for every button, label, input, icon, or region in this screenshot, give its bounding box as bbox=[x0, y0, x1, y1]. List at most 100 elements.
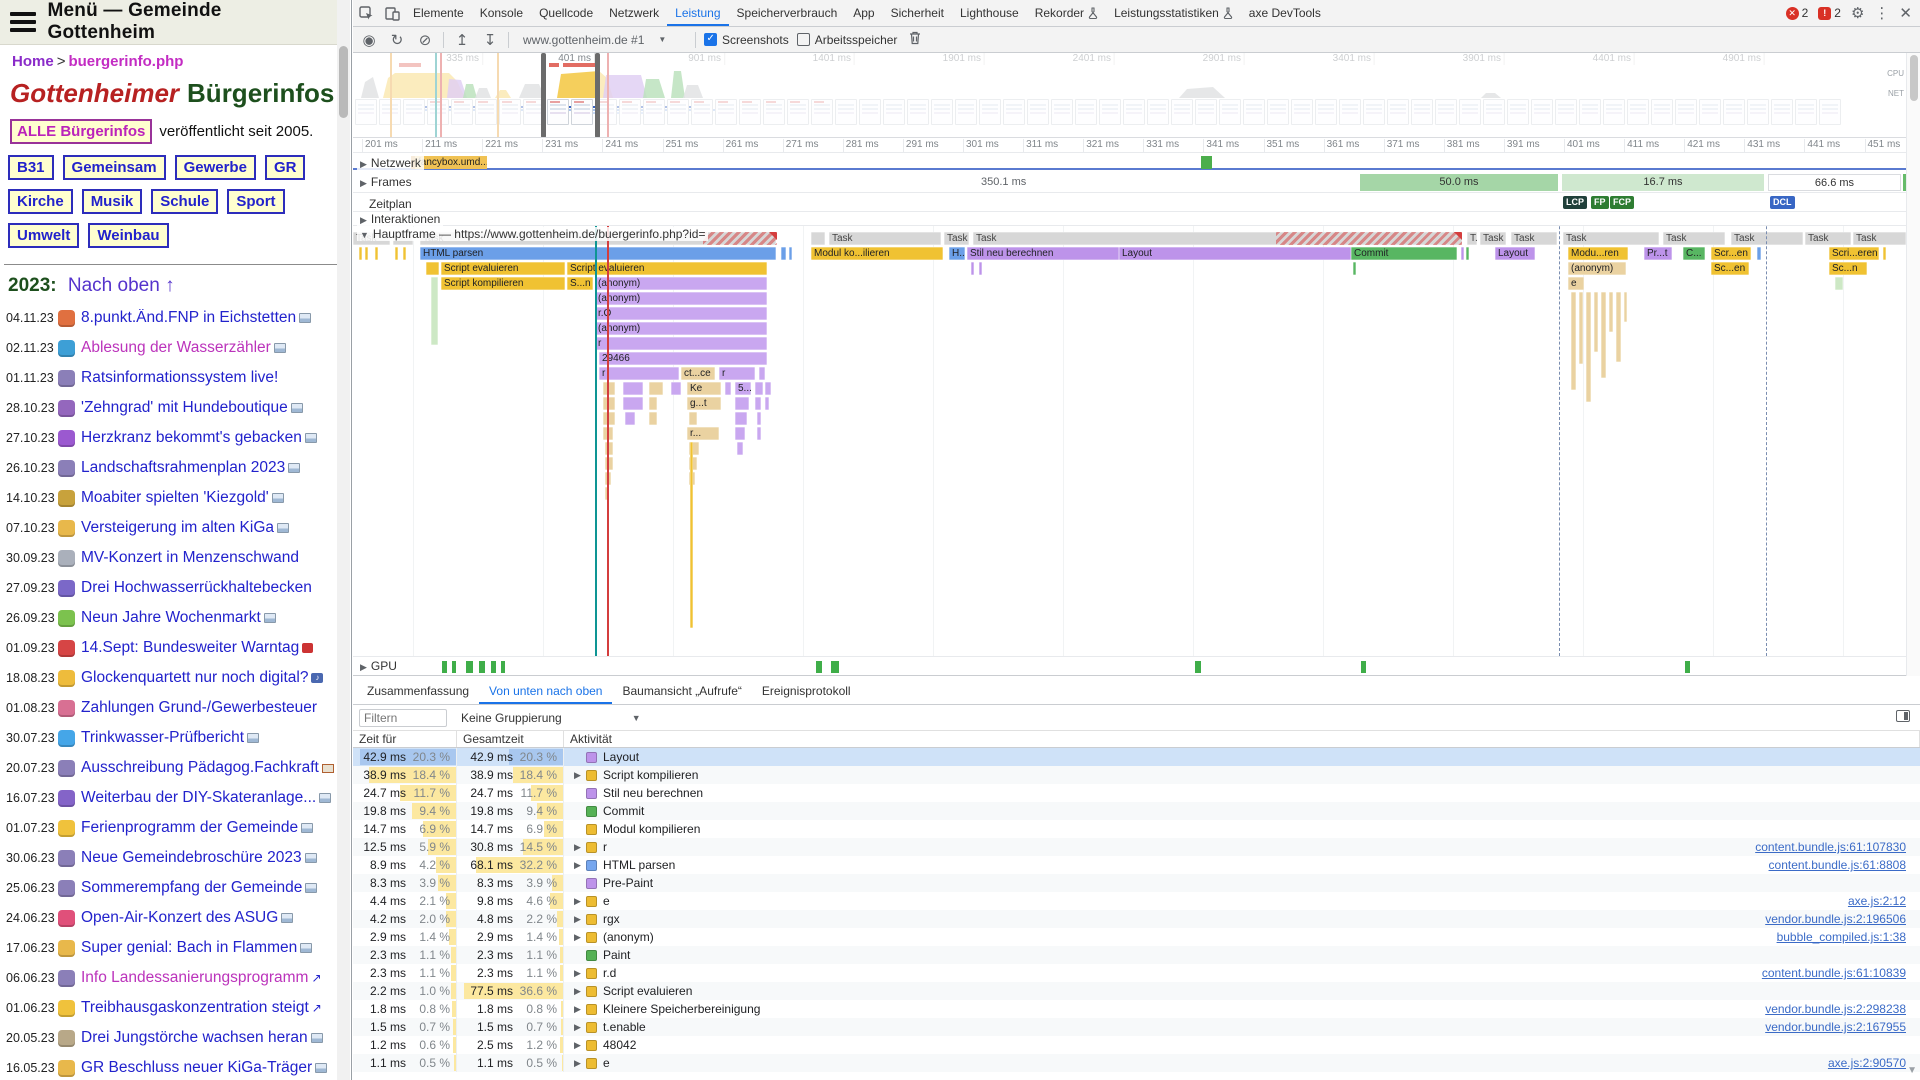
history-select[interactable]: www.gottenheim.de #1▼ bbox=[517, 31, 687, 49]
flame-bar[interactable]: Sc...n bbox=[1829, 262, 1867, 275]
news-link[interactable]: Ferienprogramm der Gemeinde bbox=[81, 819, 298, 837]
bottom-tab-zusammenfassung[interactable]: Zusammenfassung bbox=[357, 678, 479, 704]
flame-bar[interactable]: Scri...eren bbox=[1829, 247, 1879, 260]
bottom-tab-von-unten-nach-oben[interactable]: Von unten nach oben bbox=[479, 678, 612, 704]
source-link[interactable]: axe.js:2:90570 bbox=[1828, 1056, 1906, 1070]
table-row[interactable]: 12.5 ms5.9 %30.8 ms14.5 %▶rcontent.bundl… bbox=[353, 838, 1920, 856]
clear-icon[interactable]: ⊘ bbox=[415, 31, 435, 49]
news-link[interactable]: GR Beschluss neuer KiGa-Träger bbox=[81, 1059, 312, 1077]
table-row[interactable]: 2.9 ms1.4 %2.9 ms1.4 %▶(anonym)bubble_co… bbox=[353, 928, 1920, 946]
flame-bar[interactable]: r bbox=[599, 367, 679, 380]
task-bar[interactable]: Task bbox=[944, 232, 969, 245]
breadcrumb-home-link[interactable]: Home bbox=[12, 53, 54, 70]
news-link[interactable]: Ausschreibung Pädagog.Fachkraft bbox=[81, 759, 319, 777]
flame-bar[interactable]: Pr...t bbox=[1644, 247, 1672, 260]
flame-bar[interactable]: Modu...ren bbox=[1568, 247, 1628, 260]
tab-elemente[interactable]: Elemente bbox=[405, 0, 472, 26]
table-row[interactable]: 1.2 ms0.6 %2.5 ms1.2 %▶48042 bbox=[353, 1036, 1920, 1054]
news-link[interactable]: Info Landessanierungsprogramm bbox=[81, 969, 308, 987]
show-sidebar-icon[interactable] bbox=[1896, 710, 1910, 722]
devtools-scrollbar[interactable] bbox=[1906, 53, 1920, 676]
flame-bar[interactable] bbox=[1757, 247, 1761, 260]
flame-bar[interactable] bbox=[649, 412, 657, 425]
news-link[interactable]: 'Zehngrad' mit Hundeboutique bbox=[81, 399, 288, 417]
fcp-marker-badge[interactable]: FCP bbox=[1610, 196, 1634, 209]
flame-bar[interactable] bbox=[735, 412, 747, 425]
close-devtools-icon[interactable]: ✕ bbox=[1899, 4, 1912, 22]
news-link[interactable]: Drei Jungstörche wachsen heran bbox=[81, 1029, 308, 1047]
load-profile-icon[interactable]: ↥ bbox=[452, 31, 472, 49]
dcl-marker-badge[interactable]: DCL bbox=[1770, 196, 1795, 209]
news-link[interactable]: 8.punkt.Änd.FNP in Eichstetten bbox=[81, 309, 296, 327]
network-lane[interactable]: ▶Netzwerk fancybox.umd... bbox=[353, 153, 1906, 170]
screenshot-thumbnail[interactable] bbox=[571, 99, 593, 125]
flame-bar[interactable]: HTML parsen bbox=[420, 247, 776, 260]
network-request-block[interactable] bbox=[1201, 156, 1212, 169]
tab-lighthouse[interactable]: Lighthouse bbox=[952, 0, 1027, 26]
flame-bar[interactable]: g...t bbox=[687, 397, 721, 410]
page-scrollbar[interactable] bbox=[337, 0, 350, 1080]
frame-band[interactable]: 16.7 ms bbox=[1562, 174, 1764, 191]
site-menu-title[interactable]: Menü — Gemeinde Gottenheim bbox=[48, 0, 330, 44]
news-link[interactable]: Sommerempfang der Gemeinde bbox=[81, 879, 302, 897]
task-bar[interactable]: Task bbox=[1480, 232, 1506, 245]
table-row[interactable]: 2.3 ms1.1 %2.3 ms1.1 %▶r.dcontent.bundle… bbox=[353, 964, 1920, 982]
frame-band[interactable]: 50.0 ms bbox=[1360, 174, 1558, 191]
flame-bar[interactable] bbox=[765, 382, 771, 395]
task-bar[interactable]: Task bbox=[1663, 232, 1725, 245]
flame-bar[interactable] bbox=[1466, 247, 1469, 260]
flame-bar[interactable] bbox=[1276, 232, 1462, 245]
tag-button-gemeinsam[interactable]: Gemeinsam bbox=[63, 155, 166, 180]
flame-bar[interactable]: Sc...en bbox=[1711, 262, 1749, 275]
flame-bar[interactable]: r bbox=[595, 337, 767, 350]
tab-leistung[interactable]: Leistung bbox=[667, 0, 728, 26]
task-bar[interactable]: T... bbox=[1467, 232, 1477, 245]
expander-icon[interactable]: ▶ bbox=[574, 770, 586, 781]
expander-icon[interactable]: ▶ bbox=[574, 1058, 586, 1069]
column-self-time[interactable]: Zeit für Einzelakti... bbox=[353, 731, 457, 747]
memory-checkbox[interactable]: Arbeitsspeicher bbox=[797, 33, 898, 47]
flame-bar[interactable]: Modul ko...ilieren bbox=[811, 247, 943, 260]
news-link[interactable]: Treibhausgaskonzentration steigt bbox=[81, 999, 309, 1017]
tab-quellcode[interactable]: Quellcode bbox=[531, 0, 601, 26]
flame-bar[interactable] bbox=[365, 247, 368, 260]
device-toolbar-icon[interactable] bbox=[379, 0, 405, 26]
flame-bar[interactable] bbox=[755, 382, 763, 395]
flame-bar[interactable] bbox=[1461, 247, 1464, 260]
flame-bar[interactable] bbox=[737, 442, 743, 455]
selection-handle-left[interactable] bbox=[541, 53, 546, 138]
flame-bar[interactable]: (anonym) bbox=[1568, 262, 1626, 275]
flame-bar[interactable] bbox=[426, 262, 439, 275]
tab-speicherverbrauch[interactable]: Speicherverbrauch bbox=[729, 0, 846, 26]
flame-bar[interactable] bbox=[1835, 277, 1843, 290]
tab-konsole[interactable]: Konsole bbox=[472, 0, 531, 26]
news-link[interactable]: MV-Konzert in Menzenschwand bbox=[81, 549, 299, 567]
table-row[interactable]: 1.1 ms0.5 %1.1 ms0.5 %▶eaxe.js:2:90570 bbox=[353, 1054, 1920, 1072]
flame-bar[interactable] bbox=[1353, 262, 1356, 275]
flame-bar[interactable] bbox=[395, 247, 398, 260]
table-row[interactable]: 2.3 ms1.1 %2.3 ms1.1 %Paint bbox=[353, 946, 1920, 964]
flame-bar[interactable] bbox=[979, 262, 982, 275]
inspect-element-icon[interactable] bbox=[353, 0, 379, 26]
tab-netzwerk[interactable]: Netzwerk bbox=[601, 0, 667, 26]
news-link[interactable]: Neun Jahre Wochenmarkt bbox=[81, 609, 261, 627]
back-to-top-link[interactable]: Nach oben ↑ bbox=[68, 275, 175, 296]
expander-icon[interactable]: ▶ bbox=[574, 1040, 586, 1051]
flame-bar[interactable]: (anonym) bbox=[595, 292, 767, 305]
flame-bar[interactable]: r bbox=[719, 367, 755, 380]
flame-bar[interactable]: e bbox=[1568, 277, 1584, 290]
frame-band[interactable]: 66.6 ms bbox=[1768, 174, 1901, 191]
expander-icon[interactable]: ▶ bbox=[574, 1004, 586, 1015]
news-link[interactable]: Open-Air-Konzert des ASUG bbox=[81, 909, 278, 927]
timings-lane[interactable]: Zeitplan LCPFPFCPDCL bbox=[353, 194, 1906, 212]
flame-bar[interactable]: r.O bbox=[595, 307, 767, 320]
table-row[interactable]: 4.4 ms2.1 %9.8 ms4.6 %▶eaxe.js:2:12 bbox=[353, 892, 1920, 910]
task-bar[interactable]: Task bbox=[1731, 232, 1803, 245]
news-link[interactable]: Trinkwasser-Prüfbericht bbox=[81, 729, 244, 747]
news-link[interactable]: Landschaftsrahmenplan 2023 bbox=[81, 459, 285, 477]
table-row[interactable]: 2.2 ms1.0 %77.5 ms36.6 %▶Script evaluier… bbox=[353, 982, 1920, 1000]
expander-icon[interactable]: ▶ bbox=[574, 1022, 586, 1033]
flame-bar[interactable]: H... bbox=[949, 247, 965, 260]
lcp-marker-badge[interactable]: LCP bbox=[1563, 196, 1587, 209]
table-row[interactable]: 24.7 ms11.7 %24.7 ms11.7 %Stil neu berec… bbox=[353, 784, 1920, 802]
